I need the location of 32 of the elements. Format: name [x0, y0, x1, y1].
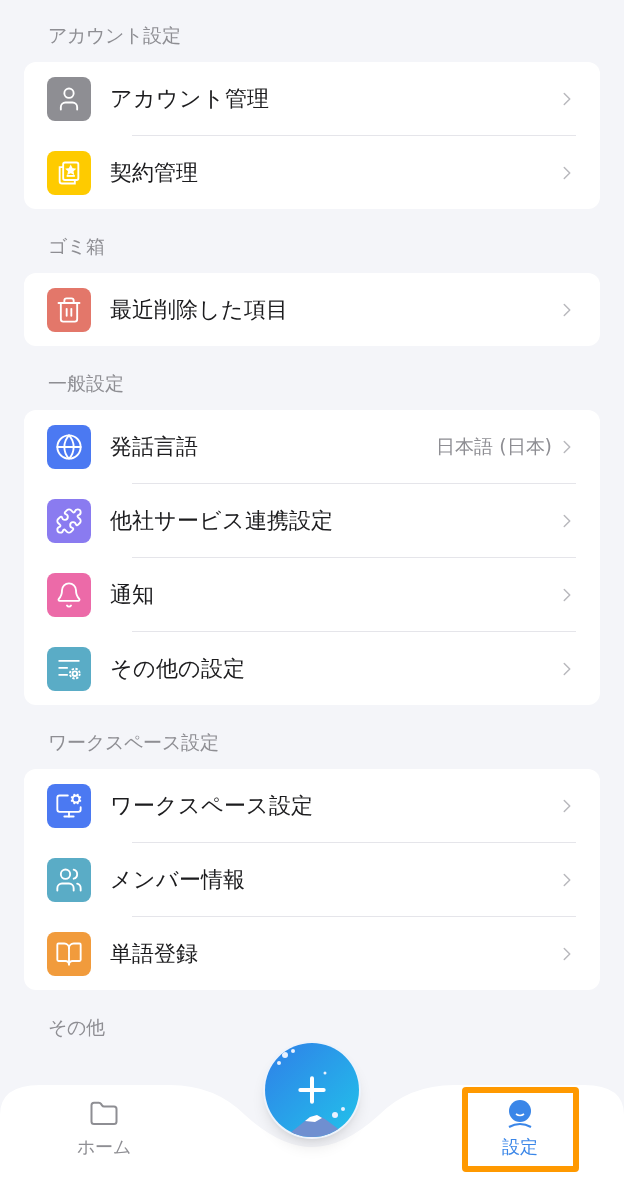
puzzle-icon — [55, 506, 83, 535]
row-label: 契約管理 — [110, 159, 199, 187]
row-label: ワークスペース設定 — [110, 792, 314, 820]
tab[interactable]: 設定 — [461, 1087, 579, 1172]
settings-row[interactable]: アカウント管理 — [24, 62, 600, 135]
settings-row[interactable]: ワークスペース設定 — [24, 769, 600, 842]
row-label: 単語登録 — [110, 940, 199, 968]
row-label: メンバー情報 — [110, 866, 246, 894]
section-title: ワークスペース設定 — [48, 729, 219, 755]
trash-icon — [55, 295, 83, 324]
row-label: その他の設定 — [110, 655, 246, 683]
bell-icon — [55, 580, 83, 609]
settings-row[interactable]: その他の設定 — [24, 632, 600, 705]
row-label: 発話言語 — [110, 433, 199, 461]
globe-icon — [55, 432, 83, 461]
section-title: 一般設定 — [48, 370, 124, 396]
row-label: 最近削除した項目 — [110, 296, 289, 324]
settings-row[interactable]: 発話言語 日本語 (日本) — [24, 410, 600, 483]
settings-row[interactable]: 最近削除した項目 — [24, 273, 600, 346]
settings-row[interactable]: 通知 — [24, 558, 600, 631]
row-label: アカウント管理 — [110, 85, 270, 113]
settings-row[interactable]: 他社サービス連携設定 — [24, 484, 600, 557]
section-title: その他 — [48, 1014, 105, 1040]
section-title: ゴミ箱 — [48, 233, 105, 259]
settings-row[interactable]: メンバー情報 — [24, 843, 600, 916]
settings-row[interactable]: 単語登録 — [24, 917, 600, 990]
monitor-gear-icon — [55, 791, 83, 820]
section-title: アカウント設定 — [48, 22, 181, 48]
row-label: 通知 — [110, 581, 155, 609]
row-label: 他社サービス連携設定 — [110, 507, 334, 535]
settings-row[interactable]: 契約管理 — [24, 136, 600, 209]
row-value: 日本語 (日本) — [436, 434, 552, 460]
